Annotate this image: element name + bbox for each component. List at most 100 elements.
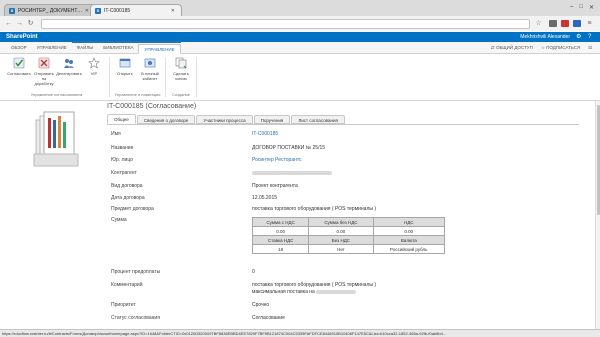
field-label-approval-status: Статус согласования: [111, 315, 160, 321]
focus-icon[interactable]: ⊡: [588, 45, 592, 51]
maximize-icon[interactable]: □: [579, 4, 583, 11]
share-icon: ⇄: [490, 45, 495, 50]
field-value-counterparty: [252, 170, 332, 176]
reject-icon: [38, 57, 50, 69]
tab-general[interactable]: Общее: [107, 114, 136, 124]
table-header-cell: Валюта: [372, 235, 446, 245]
star-icon[interactable]: ☆: [534, 19, 543, 28]
table-cell: 0.00: [308, 226, 374, 236]
url-field[interactable]: [41, 18, 530, 29]
table-header-cell: Ставка НДС: [251, 235, 310, 245]
tab-assignments[interactable]: Поручения: [253, 115, 291, 124]
field-value-comment: поставка торгового оборудования ( POS те…: [252, 282, 377, 288]
tab-contract-details[interactable]: Сведения о договоре: [136, 115, 196, 124]
extension-icon[interactable]: [573, 20, 581, 27]
table-header-row: Ставка НДС Без НДС Валюта: [251, 235, 446, 245]
browser-tab-2[interactable]: S IT-C000185 ✕: [90, 4, 182, 16]
ribbon-group-approval: Согласовать Отправить на доработку Делег…: [4, 57, 110, 97]
table-row: 0.00 0.00 0.00: [251, 226, 446, 236]
make-copy-button[interactable]: Сделать копию: [170, 57, 192, 91]
form-tabs: Общее Сведения о договоре Участники проц…: [107, 114, 346, 124]
table-header-cell: Сумма без НДС: [308, 217, 374, 227]
table-cell: Российский рубль: [372, 244, 446, 254]
field-value-contract-date: 12.05.2015: [252, 195, 278, 201]
close-window-icon[interactable]: ✕: [589, 4, 594, 11]
field-label-amount: Сумма: [111, 217, 127, 223]
cabinet-icon: [144, 57, 156, 69]
follow-label: ПОДПИСАТЬСЯ: [546, 45, 581, 50]
help-icon[interactable]: ?: [588, 34, 594, 40]
blurred-text: [252, 170, 332, 175]
back-icon[interactable]: ←: [4, 19, 13, 28]
delegate-button[interactable]: Делегировать: [56, 57, 82, 91]
blurred-text: [316, 289, 357, 294]
field-label-subject: Предмет договора: [111, 206, 154, 212]
field-label-priority: Приоритет: [111, 302, 136, 308]
close-icon[interactable]: ✕: [171, 8, 175, 14]
field-value-subject: поставка торгового оборудования ( POS те…: [252, 206, 377, 212]
personal-cabinet-button[interactable]: В личный кабинет: [139, 57, 161, 91]
address-bar-row: ← → ↻ ☆ ≡: [0, 16, 600, 31]
vip-label: VIP: [90, 71, 98, 76]
delegate-label: Делегировать: [56, 71, 82, 76]
reload-icon[interactable]: ↻: [26, 19, 35, 28]
table-header-cell: Без НДС: [308, 235, 374, 245]
field-value-comment-line2: максимальная поставка на: [252, 289, 357, 295]
tab-library[interactable]: БИБЛИОТЕКА: [98, 43, 138, 53]
field-value-priority: Срочно: [252, 302, 270, 308]
ribbon: Согласовать Отправить на доработку Делег…: [0, 54, 600, 101]
copy-icon: [175, 57, 187, 69]
tab-approval-sheet[interactable]: Лист согласования: [291, 115, 345, 124]
tab-files[interactable]: ФАЙЛЫ: [72, 43, 99, 53]
send-for-rework-button[interactable]: Отправить на доработку: [33, 57, 55, 91]
minimize-icon[interactable]: –: [570, 4, 573, 11]
tab-divider: [107, 124, 579, 125]
vip-star-icon: [88, 57, 100, 69]
extensions: ☆ ≡: [534, 19, 596, 28]
comment-line2-text: максимальная поставка на: [252, 289, 315, 295]
page-title: IT-C000185 (Согласование): [107, 103, 197, 110]
status-bar-url: https://rdocflow.rosinter.ru/it/Contract…: [0, 329, 600, 337]
tab-participants[interactable]: Участники процесса: [196, 115, 253, 124]
ribbon-group-label: Создание: [171, 92, 191, 97]
user-area: Mekhrishvili Alexander ⚙ ?: [520, 34, 594, 40]
field-value-legal-entity[interactable]: Росинтер Ресторантс: [252, 157, 302, 163]
brand-title[interactable]: SharePoint: [6, 34, 38, 40]
forward-icon[interactable]: →: [15, 19, 24, 28]
open-button[interactable]: Открыть: [114, 57, 136, 91]
ribbon-tabs: ОБЗОР УПРАВЛЕНИЕ ФАЙЛЫ БИБЛИОТЕКА УПРАВЛ…: [0, 41, 600, 54]
ribbon-group-navigation: Открыть В личный кабинет Управление и на…: [110, 57, 166, 97]
share-button[interactable]: ⇄ ОБЩИЙ ДОСТУП: [491, 45, 533, 51]
extension-icon[interactable]: [561, 20, 569, 27]
table-header-cell: Сумма с НДС: [251, 217, 310, 227]
browser-tab-1[interactable]: S РОСИНТЕР_ ДОКУМЕНТО... ✕: [4, 4, 96, 16]
close-icon[interactable]: ✕: [85, 8, 89, 14]
user-name[interactable]: Mekhrishvili Alexander: [520, 34, 570, 40]
field-label-comment: Комментарий: [111, 282, 143, 288]
open-icon: [119, 57, 131, 69]
vertical-scrollbar[interactable]: [595, 101, 600, 329]
tab-manage-context[interactable]: УПРАВЛЕНИЕ: [138, 44, 181, 54]
table-row: 18 Нет Российский рубль: [251, 244, 446, 254]
share-label: ОБЩИЙ ДОСТУП: [495, 45, 533, 50]
table-header-row: Сумма с НДС Сумма без НДС НДС: [251, 217, 446, 227]
vip-button[interactable]: VIP: [83, 57, 105, 91]
approve-icon: [13, 57, 25, 69]
menu-icon[interactable]: ≡: [585, 19, 594, 28]
field-label-contract-date: Дата договора: [111, 195, 145, 201]
field-value-name[interactable]: IT-C000185: [252, 131, 278, 137]
personal-cabinet-label: В личный кабинет: [141, 71, 159, 81]
document-set-icon: [30, 110, 82, 168]
amount-table: Сумма с НДС Сумма без НДС НДС 0.00 0.00 …: [251, 217, 446, 254]
field-value-approval-status: Согласование: [252, 315, 285, 321]
extension-icon[interactable]: [549, 20, 557, 27]
approve-button[interactable]: Согласовать: [7, 57, 31, 91]
gear-icon[interactable]: ⚙: [576, 34, 582, 40]
sharepoint-favicon-icon: S: [95, 7, 101, 14]
tab-browse[interactable]: ОБЗОР: [6, 43, 32, 53]
tab-manage[interactable]: УПРАВЛЕНИЕ: [32, 43, 72, 53]
table-header-cell: НДС: [372, 217, 446, 227]
follow-button[interactable]: ☆ ПОДПИСАТЬСЯ: [541, 45, 580, 51]
approve-label: Согласовать: [7, 71, 31, 76]
ribbon-actions: ⇄ ОБЩИЙ ДОСТУП ☆ ПОДПИСАТЬСЯ ⊡: [491, 43, 600, 53]
